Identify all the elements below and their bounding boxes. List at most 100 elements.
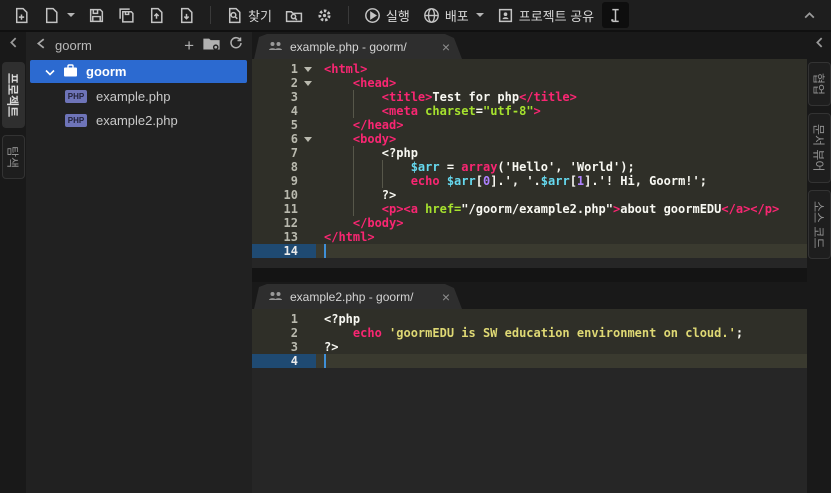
code-line[interactable]: 4 — [252, 354, 807, 368]
editor1-tab[interactable]: example.php - goorm/ × — [254, 34, 462, 59]
new-file-icon — [13, 7, 30, 24]
collapse-sidebar-button[interactable] — [3, 35, 23, 55]
indent-guide — [353, 160, 354, 174]
refresh-icon[interactable] — [229, 36, 243, 55]
editor2-tabbar: example2.php - goorm/ × — [252, 282, 807, 309]
code-line[interactable]: 5 </head> — [252, 118, 807, 132]
line-number[interactable]: 13 — [252, 230, 316, 244]
tree-item-file[interactable]: PHP example.php — [26, 84, 252, 108]
line-number[interactable]: 11 — [252, 202, 316, 216]
code-line[interactable]: 2 <head> — [252, 76, 807, 90]
code-line[interactable]: 3?> — [252, 340, 807, 354]
editor2-empty-area[interactable] — [252, 368, 807, 493]
line-number[interactable]: 3 — [252, 340, 316, 354]
code-line[interactable]: 7 <?php — [252, 146, 807, 160]
code-line[interactable]: 1<?php — [252, 312, 807, 326]
code-line[interactable]: 2 echo 'goormEDU is SW education environ… — [252, 326, 807, 340]
right-tab-doc-viewer[interactable]: 문서 뷰어 — [808, 113, 831, 183]
save-button[interactable] — [83, 2, 110, 28]
chevron-down-icon — [476, 13, 484, 17]
run-icon — [364, 7, 381, 24]
code-line[interactable]: 3 <title>Test for php</title> — [252, 90, 807, 104]
line-number[interactable]: 2 — [252, 76, 316, 90]
workspace-title: goorm — [55, 38, 175, 53]
line-number[interactable]: 1 — [252, 62, 316, 76]
code-line[interactable]: 8 $arr = array('Hello', 'World'); — [252, 160, 807, 174]
indent-guide — [353, 104, 354, 118]
code-line[interactable]: 11 <p><a href="/goorm/example2.php">abou… — [252, 202, 807, 216]
share-icon[interactable] — [35, 37, 46, 55]
deploy-button[interactable]: 배포 — [418, 2, 489, 28]
close-icon[interactable]: × — [442, 291, 450, 303]
code-line[interactable]: 12 </body> — [252, 216, 807, 230]
right-tab-collaboration[interactable]: 협업 — [808, 62, 831, 106]
sidebar-tab-explore[interactable]: 탐색 — [2, 135, 25, 179]
search-in-files-button[interactable] — [280, 2, 308, 28]
line-number[interactable]: 1 — [252, 312, 316, 326]
code-line[interactable]: 10 ?> — [252, 188, 807, 202]
share-project-button[interactable]: 프로젝트 공유 — [492, 2, 599, 28]
code-line[interactable]: 14 — [252, 244, 807, 258]
open-file-button[interactable] — [38, 2, 80, 28]
tree-item-root-goorm[interactable]: goorm — [30, 60, 247, 83]
editor-split-divider[interactable] — [252, 268, 807, 282]
new-folder-button[interactable] — [203, 36, 220, 55]
gear-icon — [316, 7, 333, 24]
collapse-toolbar-button[interactable] — [796, 2, 823, 28]
line-number[interactable]: 10 — [252, 188, 316, 202]
run-button[interactable]: 실행 — [359, 2, 415, 28]
fold-arrow-icon[interactable] — [304, 137, 312, 142]
text-cursor — [324, 244, 326, 258]
chevron-down-icon[interactable] — [45, 64, 55, 79]
collaborators-icon — [268, 40, 283, 54]
new-file-tree-button[interactable]: + — [184, 39, 194, 53]
text-cursor-button[interactable] — [602, 2, 629, 28]
line-number[interactable]: 4 — [252, 354, 316, 368]
code-line[interactable]: 1<html> — [252, 62, 807, 76]
code-line[interactable]: 13</html> — [252, 230, 807, 244]
line-number[interactable]: 12 — [252, 216, 316, 230]
code-line[interactable]: 6 <body> — [252, 132, 807, 146]
editor2-tab[interactable]: example2.php - goorm/ × — [254, 284, 462, 309]
line-number[interactable]: 8 — [252, 160, 316, 174]
save-all-button[interactable] — [113, 2, 140, 28]
text-cursor — [324, 354, 326, 368]
editor1-empty-area[interactable] — [252, 258, 807, 268]
right-tab-source-code[interactable]: 소스 코드 — [808, 190, 831, 260]
editor1-tabbar: example.php - goorm/ × — [252, 32, 807, 59]
text-cursor-icon — [607, 7, 624, 24]
close-icon[interactable]: × — [442, 41, 450, 53]
expand-right-panel-button[interactable] — [809, 35, 829, 55]
editor-pane-2: example2.php - goorm/ × 1<?php2 echo 'go… — [252, 282, 807, 493]
indent-guide — [382, 160, 383, 174]
editor1-tab-title: example.php - goorm/ — [290, 40, 435, 54]
line-number[interactable]: 9 — [252, 174, 316, 188]
code-line[interactable]: 9 echo $arr[0].', '.$arr[1].'! Hi, Goorm… — [252, 174, 807, 188]
code-line[interactable]: 4 <meta charset="utf-8"> — [252, 104, 807, 118]
file-download-button[interactable] — [173, 2, 200, 28]
fold-arrow-icon[interactable] — [304, 67, 312, 72]
tree-item-label: example.php — [96, 89, 170, 104]
line-number[interactable]: 6 — [252, 132, 316, 146]
deploy-label: 배포 — [445, 6, 469, 25]
tree-item-file[interactable]: PHP example2.php — [26, 108, 252, 132]
line-number[interactable]: 14 — [252, 244, 316, 258]
line-number[interactable]: 2 — [252, 326, 316, 340]
indent-guide — [353, 202, 354, 216]
toolbar-separator — [210, 6, 211, 24]
indent-guide — [353, 174, 354, 188]
new-file-button[interactable] — [8, 2, 35, 28]
find-button[interactable]: 찾기 — [221, 2, 277, 28]
line-number[interactable]: 4 — [252, 104, 316, 118]
save-all-icon — [118, 7, 135, 24]
fold-arrow-icon[interactable] — [304, 81, 312, 86]
settings-button[interactable] — [311, 2, 338, 28]
chevron-down-icon — [67, 13, 75, 17]
sidebar-tab-project[interactable]: 프로젝트 — [2, 62, 25, 128]
line-number[interactable]: 7 — [252, 146, 316, 160]
line-number[interactable]: 3 — [252, 90, 316, 104]
indent-guide — [353, 188, 354, 202]
file-upload-icon — [148, 7, 165, 24]
line-number[interactable]: 5 — [252, 118, 316, 132]
file-upload-button[interactable] — [143, 2, 170, 28]
